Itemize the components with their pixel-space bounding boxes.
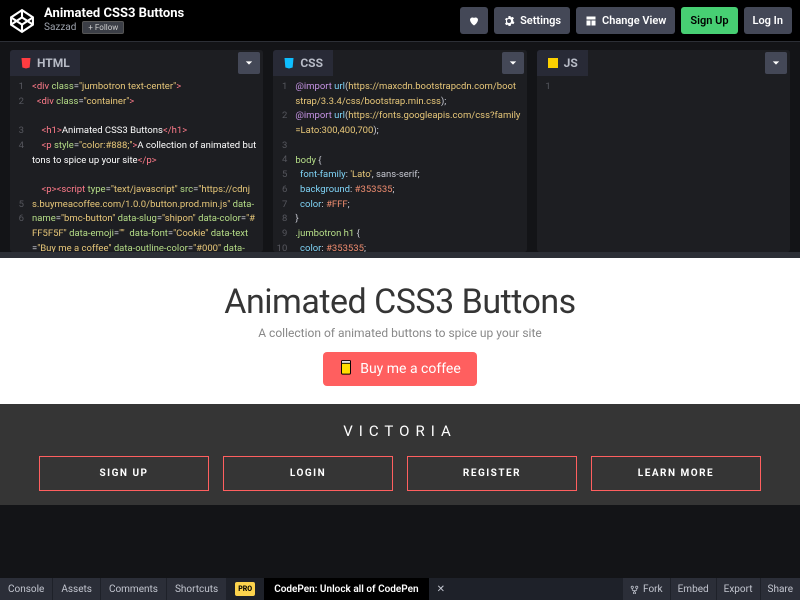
layout-icon [585,15,597,27]
heart-icon [468,15,480,27]
fork-button[interactable]: Fork [623,578,670,600]
footer-bar: Console Assets Comments Shortcuts PRO Co… [0,578,800,600]
pen-title: Animated CSS3 Buttons [44,7,460,21]
hero-section: Animated CSS3 Buttons A collection of an… [0,258,800,404]
coffee-cup-icon [339,360,353,378]
chevron-down-icon [509,59,517,67]
chevron-down-icon [245,59,253,67]
share-button[interactable]: Share [761,578,800,600]
js-gutter: 1 [537,76,555,252]
js-icon [547,57,559,69]
js-code-body[interactable]: 1 [537,76,790,252]
demo-register-button[interactable]: REGISTER [407,456,577,491]
html-code-body[interactable]: 123456 <div class="jumbotron text-center… [10,76,263,252]
change-view-button[interactable]: Change View [576,7,675,34]
html-editor: HTML 123456 <div class="jumbotron text-c… [10,50,263,252]
demo-section: VICTORIA SIGN UP LOGIN REGISTER LEARN MO… [0,404,800,505]
html-gutter: 123456 [10,76,28,252]
html-tab[interactable]: HTML [10,50,80,76]
css-editor-header: CSS [273,50,526,76]
css-code-body[interactable]: 12345678910 @import url(https://maxcdn.b… [273,76,526,252]
preview-pane: Animated CSS3 Buttons A collection of an… [0,258,800,505]
pro-badge-container: PRO [227,578,263,600]
codepen-logo[interactable] [8,7,36,35]
js-code[interactable] [555,76,790,252]
demo-login-button[interactable]: LOGIN [223,456,393,491]
css-icon [283,57,295,69]
css-code[interactable]: @import url(https://maxcdn.bootstrapcdn.… [291,76,526,252]
top-bar: Animated CSS3 Buttons Sazzad + Follow Se… [0,0,800,42]
console-tab[interactable]: Console [0,578,52,600]
css-dropdown[interactable] [502,52,524,74]
follow-button[interactable]: + Follow [82,21,124,34]
demo-section-title: VICTORIA [0,422,800,440]
settings-button[interactable]: Settings [494,7,570,34]
js-editor-header: JS [537,50,790,76]
export-button[interactable]: Export [717,578,760,600]
login-button[interactable]: Log In [744,7,792,34]
demo-button-row: SIGN UP LOGIN REGISTER LEARN MORE [0,456,800,491]
js-editor: JS 1 [537,50,790,252]
like-button[interactable] [460,7,488,34]
gear-icon [503,15,515,27]
top-actions: Settings Change View Sign Up Log In [460,7,792,34]
html-editor-header: HTML [10,50,263,76]
comments-tab[interactable]: Comments [101,578,166,600]
editor-row: HTML 123456 <div class="jumbotron text-c… [0,42,800,252]
assets-tab[interactable]: Assets [53,578,100,600]
embed-button[interactable]: Embed [671,578,716,600]
js-tab[interactable]: JS [537,50,588,76]
demo-signup-button[interactable]: SIGN UP [39,456,209,491]
unlock-banner[interactable]: CodePen: Unlock all of CodePen [264,578,428,600]
css-tab[interactable]: CSS [273,50,333,76]
hero-title: Animated CSS3 Buttons [0,282,800,322]
hero-subtitle: A collection of animated buttons to spic… [0,326,800,340]
author-name[interactable]: Sazzad [44,22,76,33]
fork-icon [630,585,639,594]
pro-badge: PRO [235,582,255,596]
signup-button[interactable]: Sign Up [681,7,737,34]
html-code[interactable]: <div class="jumbotron text-center"> <div… [28,76,263,252]
css-editor: CSS 12345678910 @import url(https://maxc… [273,50,526,252]
html-icon [20,57,32,69]
chevron-down-icon [772,59,780,67]
title-block: Animated CSS3 Buttons Sazzad + Follow [44,7,460,34]
js-dropdown[interactable] [765,52,787,74]
unlock-close-button[interactable]: ✕ [429,578,445,600]
shortcuts-tab[interactable]: Shortcuts [167,578,226,600]
demo-learnmore-button[interactable]: LEARN MORE [591,456,761,491]
css-gutter: 12345678910 [273,76,291,252]
html-dropdown[interactable] [238,52,260,74]
buy-coffee-button[interactable]: Buy me a coffee [323,352,477,386]
